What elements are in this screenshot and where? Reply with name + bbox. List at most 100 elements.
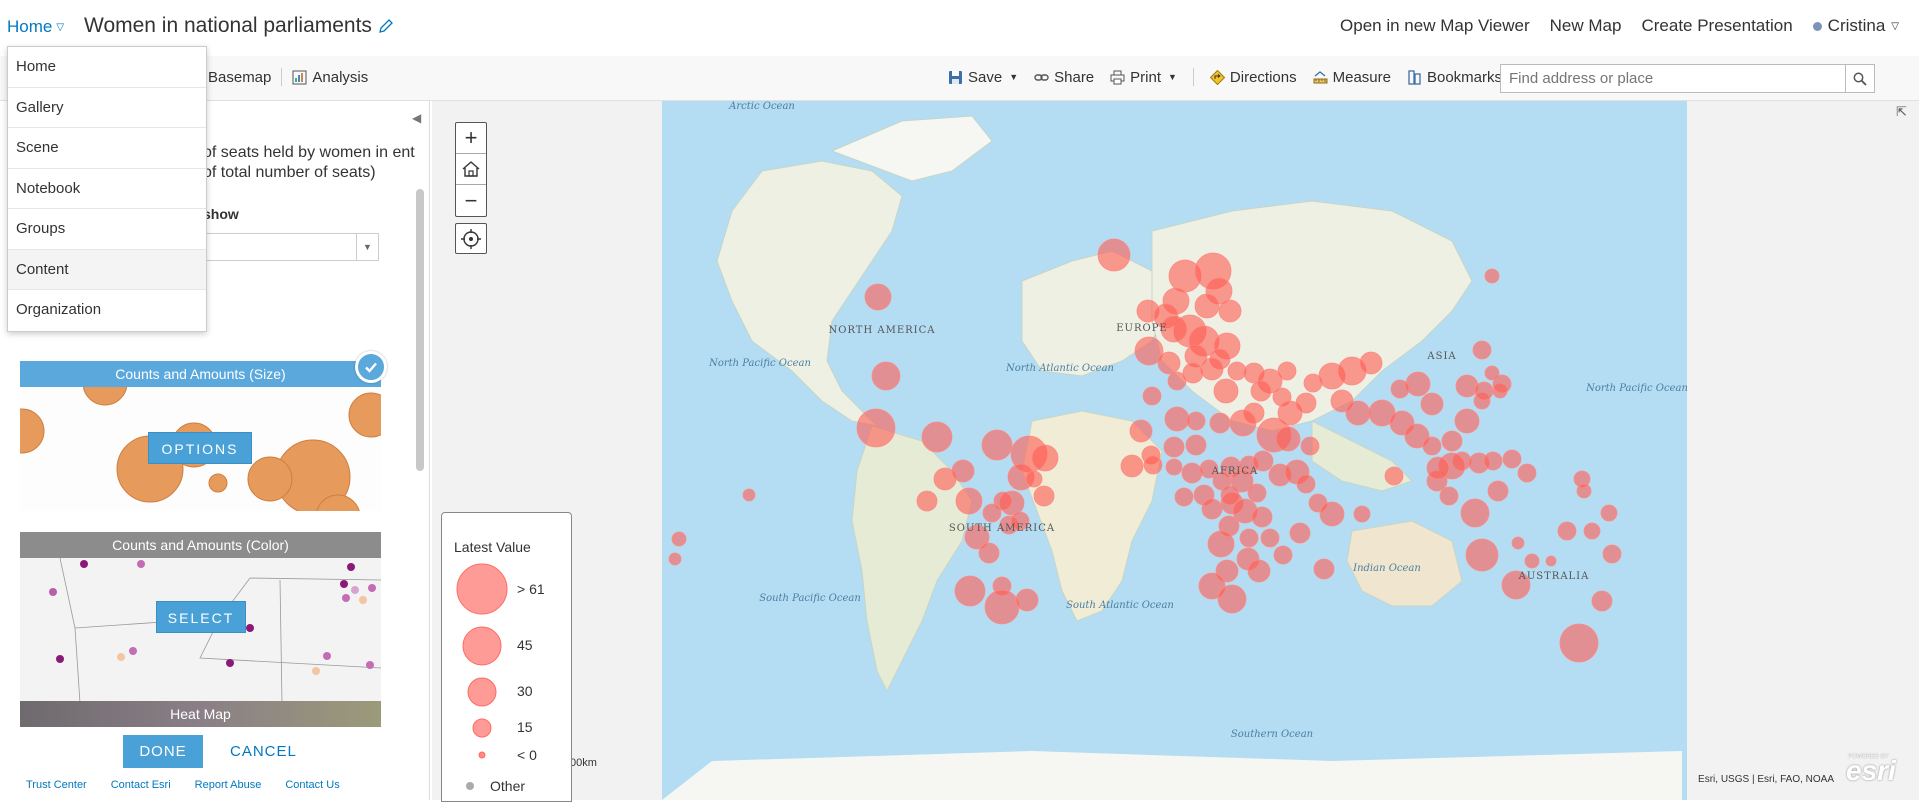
- map-marker[interactable]: [1247, 559, 1271, 583]
- map-marker[interactable]: [1545, 555, 1557, 567]
- menu-item-groups[interactable]: Groups: [8, 209, 206, 250]
- map-marker[interactable]: [1454, 408, 1480, 434]
- map-marker[interactable]: [1300, 436, 1320, 456]
- style-card-heatmap[interactable]: Heat Map: [20, 701, 381, 727]
- map-marker[interactable]: [1502, 449, 1522, 469]
- attribute-select[interactable]: ▼: [203, 233, 379, 261]
- map-marker[interactable]: [984, 589, 1020, 625]
- map-marker[interactable]: [1524, 553, 1540, 569]
- locate-button[interactable]: [455, 223, 487, 254]
- map-marker[interactable]: [1201, 498, 1223, 520]
- map-marker[interactable]: [1313, 558, 1335, 580]
- save-button[interactable]: Save ▼: [948, 69, 1018, 86]
- zoom-in-button[interactable]: +: [456, 123, 486, 154]
- map-marker[interactable]: [1359, 351, 1383, 375]
- map-marker[interactable]: [1213, 378, 1239, 404]
- map-marker[interactable]: [1251, 506, 1273, 528]
- bookmarks-button[interactable]: Bookmarks: [1407, 69, 1502, 86]
- map-marker[interactable]: [1390, 379, 1410, 399]
- map-marker[interactable]: [1260, 528, 1280, 548]
- map-marker[interactable]: [1422, 436, 1442, 456]
- map-marker[interactable]: [1142, 386, 1162, 406]
- map-marker[interactable]: [1426, 456, 1450, 480]
- done-button[interactable]: DONE: [123, 735, 203, 768]
- map-marker[interactable]: [1120, 454, 1144, 478]
- menu-item-gallery[interactable]: Gallery: [8, 88, 206, 128]
- map-marker[interactable]: [1194, 293, 1220, 319]
- map-marker[interactable]: [1455, 374, 1479, 398]
- map-marker[interactable]: [1591, 590, 1613, 612]
- share-button[interactable]: Share: [1034, 69, 1094, 86]
- directions-button[interactable]: Directions: [1209, 69, 1297, 86]
- map-view[interactable]: Arctic Ocean North Pacific Ocean North A…: [432, 101, 1919, 800]
- home-extent-button[interactable]: [456, 154, 486, 185]
- map-marker[interactable]: [1295, 392, 1317, 414]
- map-marker[interactable]: [916, 490, 938, 512]
- map-marker[interactable]: [1345, 400, 1371, 426]
- map-marker[interactable]: [668, 552, 682, 566]
- map-marker[interactable]: [671, 531, 687, 547]
- map-marker[interactable]: [981, 429, 1013, 461]
- menu-item-home[interactable]: Home: [8, 47, 206, 88]
- map-marker[interactable]: [1143, 455, 1163, 475]
- map-marker[interactable]: [1164, 406, 1190, 432]
- map-marker[interactable]: [1487, 480, 1509, 502]
- map-marker[interactable]: [864, 283, 892, 311]
- map-marker[interactable]: [1163, 436, 1185, 458]
- map-marker[interactable]: [1319, 501, 1345, 527]
- map-marker[interactable]: [978, 542, 1000, 564]
- map-marker[interactable]: [1583, 522, 1601, 540]
- print-button[interactable]: Print ▼: [1110, 69, 1177, 86]
- map-marker[interactable]: [1275, 426, 1301, 452]
- search-input[interactable]: [1501, 65, 1845, 92]
- map-marker[interactable]: [1289, 522, 1311, 544]
- trust-center-link[interactable]: Trust Center: [26, 779, 87, 791]
- contact-us-link[interactable]: Contact Us: [285, 779, 339, 791]
- map-marker[interactable]: [1097, 238, 1131, 272]
- map-marker[interactable]: [1405, 371, 1431, 397]
- map-marker[interactable]: [1174, 487, 1194, 507]
- map-marker[interactable]: [1600, 504, 1618, 522]
- map-marker[interactable]: [1474, 381, 1494, 401]
- menu-item-notebook[interactable]: Notebook: [8, 169, 206, 209]
- map-marker[interactable]: [1353, 505, 1371, 523]
- measure-button[interactable]: Measure: [1313, 69, 1391, 86]
- map-marker[interactable]: [954, 575, 986, 607]
- basemap-button[interactable]: Basemap: [208, 69, 271, 86]
- map-marker[interactable]: [1557, 521, 1577, 541]
- map-marker[interactable]: [1217, 584, 1247, 614]
- map-marker[interactable]: [1015, 588, 1039, 612]
- map-marker[interactable]: [1157, 351, 1181, 375]
- map-marker[interactable]: [1229, 409, 1257, 437]
- map-marker[interactable]: [1484, 365, 1500, 381]
- collapse-left-icon[interactable]: ◀: [412, 111, 421, 125]
- map-marker[interactable]: [1031, 444, 1059, 472]
- map-marker[interactable]: [1576, 483, 1592, 499]
- search-button[interactable]: [1845, 65, 1874, 92]
- map-marker[interactable]: [1483, 451, 1503, 471]
- map-marker[interactable]: [1559, 623, 1599, 663]
- analysis-button[interactable]: Analysis: [292, 69, 368, 86]
- map-marker[interactable]: [1472, 340, 1492, 360]
- map-marker[interactable]: [1186, 411, 1206, 431]
- map-marker[interactable]: [1247, 483, 1267, 503]
- map-marker[interactable]: [1441, 430, 1463, 452]
- map-marker[interactable]: [1273, 545, 1293, 565]
- map-marker[interactable]: [1277, 361, 1297, 381]
- map-marker[interactable]: [1129, 419, 1153, 443]
- map-marker[interactable]: [1165, 458, 1183, 476]
- map-marker[interactable]: [955, 487, 983, 515]
- map-marker[interactable]: [1218, 299, 1242, 323]
- map-marker[interactable]: [1296, 474, 1316, 494]
- map-marker[interactable]: [1602, 544, 1622, 564]
- map-marker[interactable]: [742, 488, 756, 502]
- map-marker[interactable]: [1200, 357, 1224, 381]
- home-menu-button[interactable]: Home ▽: [7, 17, 64, 37]
- map-marker[interactable]: [1167, 371, 1187, 391]
- map-marker[interactable]: [1250, 380, 1272, 402]
- map-marker[interactable]: [1181, 462, 1203, 484]
- pencil-icon[interactable]: [378, 18, 394, 34]
- expand-icon[interactable]: ⇱: [1896, 104, 1907, 120]
- map-marker[interactable]: [1439, 486, 1459, 506]
- map-marker[interactable]: [1517, 463, 1537, 483]
